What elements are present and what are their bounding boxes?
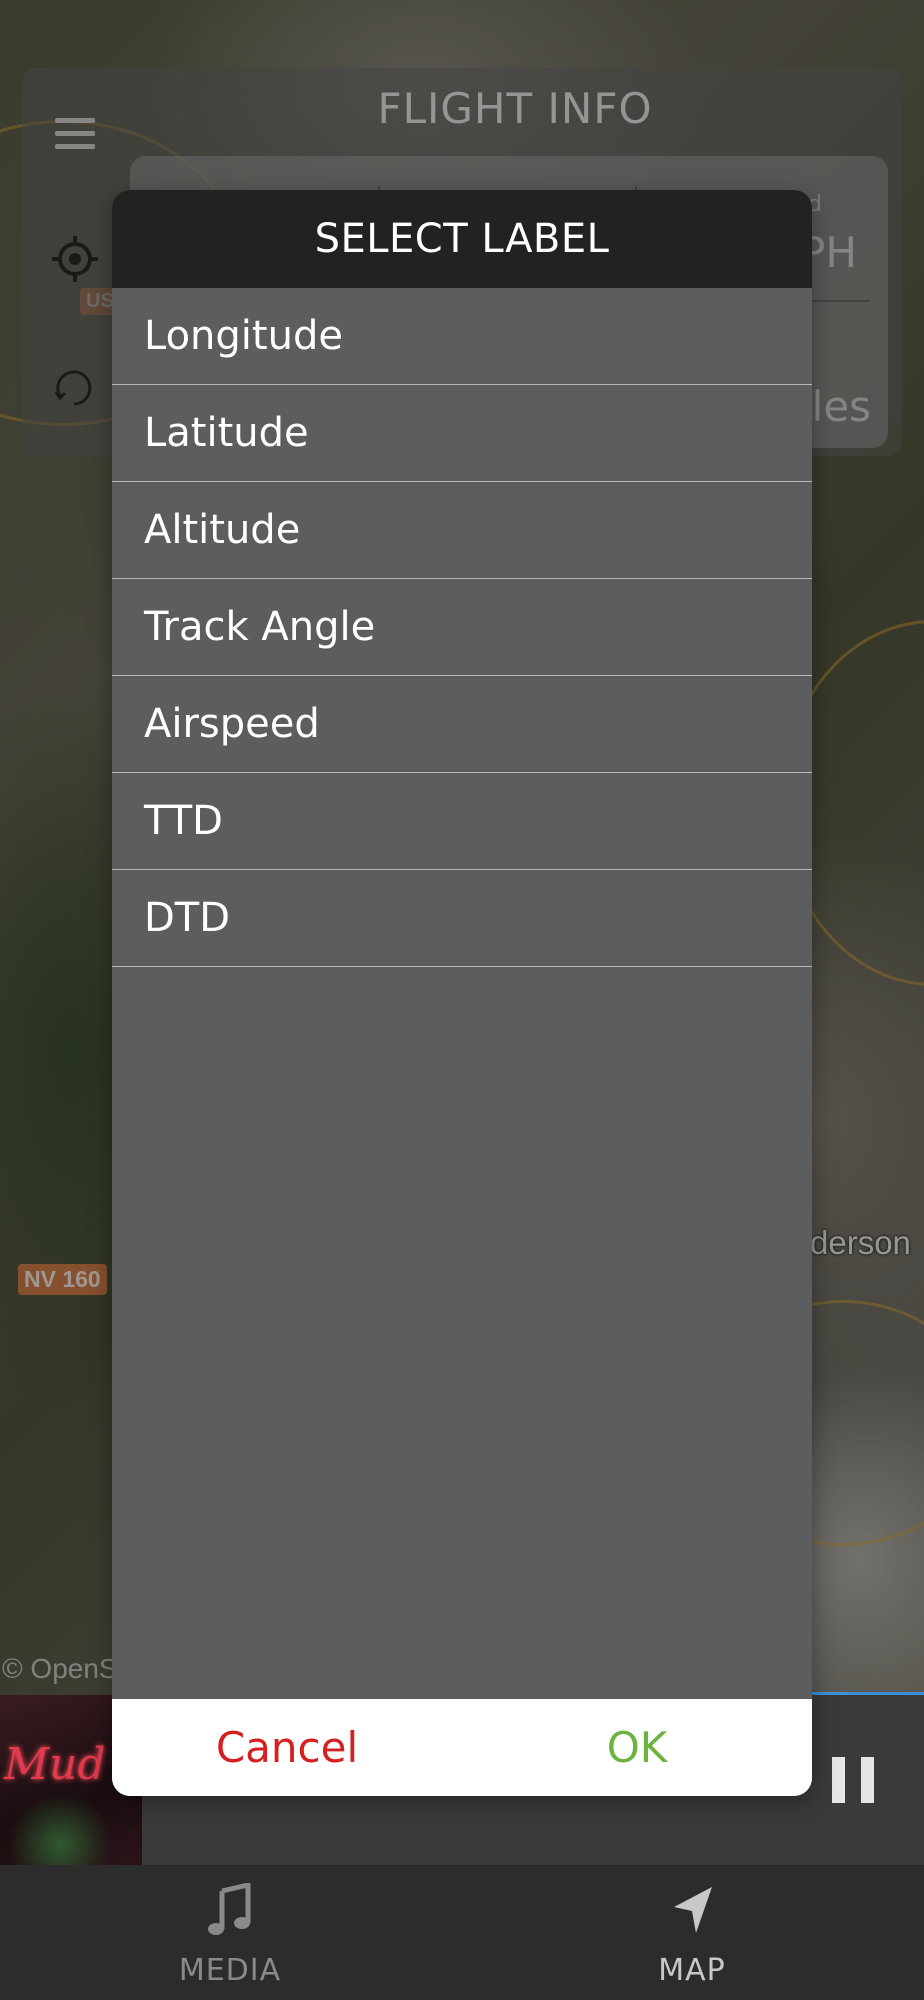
label-option-dtd[interactable]: DTD xyxy=(112,870,812,967)
label-option-longitude[interactable]: Longitude xyxy=(112,288,812,385)
tab-media[interactable]: MEDIA xyxy=(130,1865,330,2000)
ok-button[interactable]: OK xyxy=(462,1699,812,1796)
music-note-icon xyxy=(208,1883,251,1935)
tab-bar: MEDIA MAP xyxy=(0,1865,924,2000)
dialog-footer: Cancel OK xyxy=(112,1699,812,1796)
pause-icon[interactable] xyxy=(832,1757,874,1803)
label-option-track-angle[interactable]: Track Angle xyxy=(112,579,812,676)
tab-map-label: MAP xyxy=(658,1953,726,1988)
cancel-button[interactable]: Cancel xyxy=(112,1699,462,1796)
label-option-ttd[interactable]: TTD xyxy=(112,773,812,870)
label-option-altitude[interactable]: Altitude xyxy=(112,482,812,579)
tab-map[interactable]: MAP xyxy=(592,1865,792,2000)
navigation-arrow-icon xyxy=(674,1887,712,1933)
dialog-title: SELECT LABEL xyxy=(112,190,812,288)
label-option-airspeed[interactable]: Airspeed xyxy=(112,676,812,773)
select-label-dialog: SELECT LABEL Longitude Latitude Altitude… xyxy=(112,190,812,1796)
label-option-latitude[interactable]: Latitude xyxy=(112,385,812,482)
tab-media-label: MEDIA xyxy=(178,1953,282,1988)
label-option-list: Longitude Latitude Altitude Track Angle … xyxy=(112,288,812,967)
